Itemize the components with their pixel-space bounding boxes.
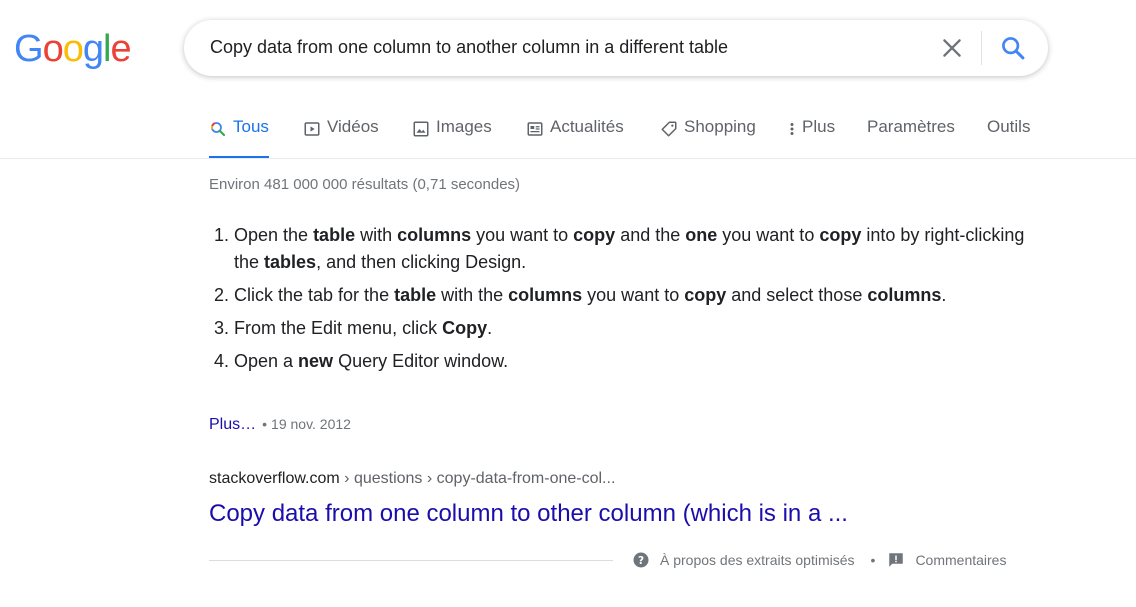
more-link[interactable]: Plus… — [209, 416, 256, 433]
search-button[interactable] — [999, 34, 1027, 62]
snippet-footer: ? À propos des extraits optimisés • Comm… — [632, 551, 1006, 569]
tab-label: Vidéos — [327, 117, 379, 136]
snippet-step: Click the tab for the table with the col… — [234, 282, 1034, 309]
snippet-step: Open the table with columns you want to … — [234, 222, 1034, 276]
svg-text:?: ? — [638, 555, 644, 567]
close-icon — [943, 39, 961, 57]
tab-label: Images — [436, 117, 492, 136]
tab-label: Actualités — [550, 117, 624, 136]
tab-outils[interactable]: Outils — [987, 117, 1030, 159]
separator-dot: • — [262, 416, 268, 432]
tag-icon — [660, 120, 678, 138]
featured-snippet-steps: Open the table with columns you want to … — [209, 222, 1034, 381]
tab-label: Plus — [802, 117, 836, 136]
news-icon — [526, 120, 544, 138]
result-path: › questions › copy-data-from-one-col... — [339, 470, 616, 487]
feedback-icon — [887, 551, 905, 569]
search-divider — [981, 31, 982, 65]
logo-letter: o — [42, 28, 64, 70]
clear-search-button[interactable] — [939, 34, 965, 62]
help-icon: ? — [632, 551, 650, 569]
more-vert-icon — [786, 120, 798, 138]
tab-actualites[interactable]: Actualités — [526, 117, 624, 159]
snippet-step: Open a new Query Editor window. — [234, 348, 1034, 375]
logo-letter: G — [14, 28, 44, 70]
logo-letter: o — [62, 28, 84, 70]
separator-dot: • — [870, 552, 876, 568]
tab-images[interactable]: Images — [412, 117, 492, 159]
feedback-link[interactable]: Commentaires — [915, 552, 1006, 568]
tab-label: Tous — [233, 117, 269, 136]
tab-label: Outils — [987, 117, 1031, 136]
tab-parametres[interactable]: Paramètres — [867, 117, 955, 159]
footer-divider — [209, 560, 613, 561]
result-title-link[interactable]: Copy data from one column to other colum… — [209, 500, 848, 528]
tab-plus[interactable]: Plus — [786, 117, 835, 159]
tabs-divider — [0, 158, 1136, 159]
result-domain: stackoverflow.com — [209, 470, 340, 487]
about-featured-snippets-link[interactable]: À propos des extraits optimisés — [660, 552, 855, 568]
google-logo[interactable]: Google — [14, 28, 132, 71]
result-stats: Environ 481 000 000 résultats (0,71 seco… — [209, 176, 521, 193]
search-icon — [1002, 37, 1025, 60]
tab-label: Shopping — [684, 117, 756, 136]
image-icon — [412, 120, 430, 138]
snippet-date: 19 nov. 2012 — [271, 416, 351, 432]
snippet-more-line: Plus… • 19 nov. 2012 — [209, 416, 351, 434]
tab-shopping[interactable]: Shopping — [660, 117, 756, 159]
search-bar: Copy data from one column to another col… — [184, 20, 1048, 76]
logo-letter: g — [82, 28, 104, 70]
video-icon — [303, 120, 321, 138]
search-input[interactable]: Copy data from one column to another col… — [210, 37, 728, 58]
search-icon — [209, 120, 227, 138]
tab-label: Paramètres — [867, 117, 955, 136]
tab-videos[interactable]: Vidéos — [303, 117, 379, 159]
snippet-step: From the Edit menu, click Copy. — [234, 315, 1034, 342]
result-breadcrumb[interactable]: stackoverflow.com › questions › copy-dat… — [209, 470, 615, 488]
tab-tous[interactable]: Tous — [209, 117, 269, 159]
logo-letter: e — [110, 28, 131, 70]
